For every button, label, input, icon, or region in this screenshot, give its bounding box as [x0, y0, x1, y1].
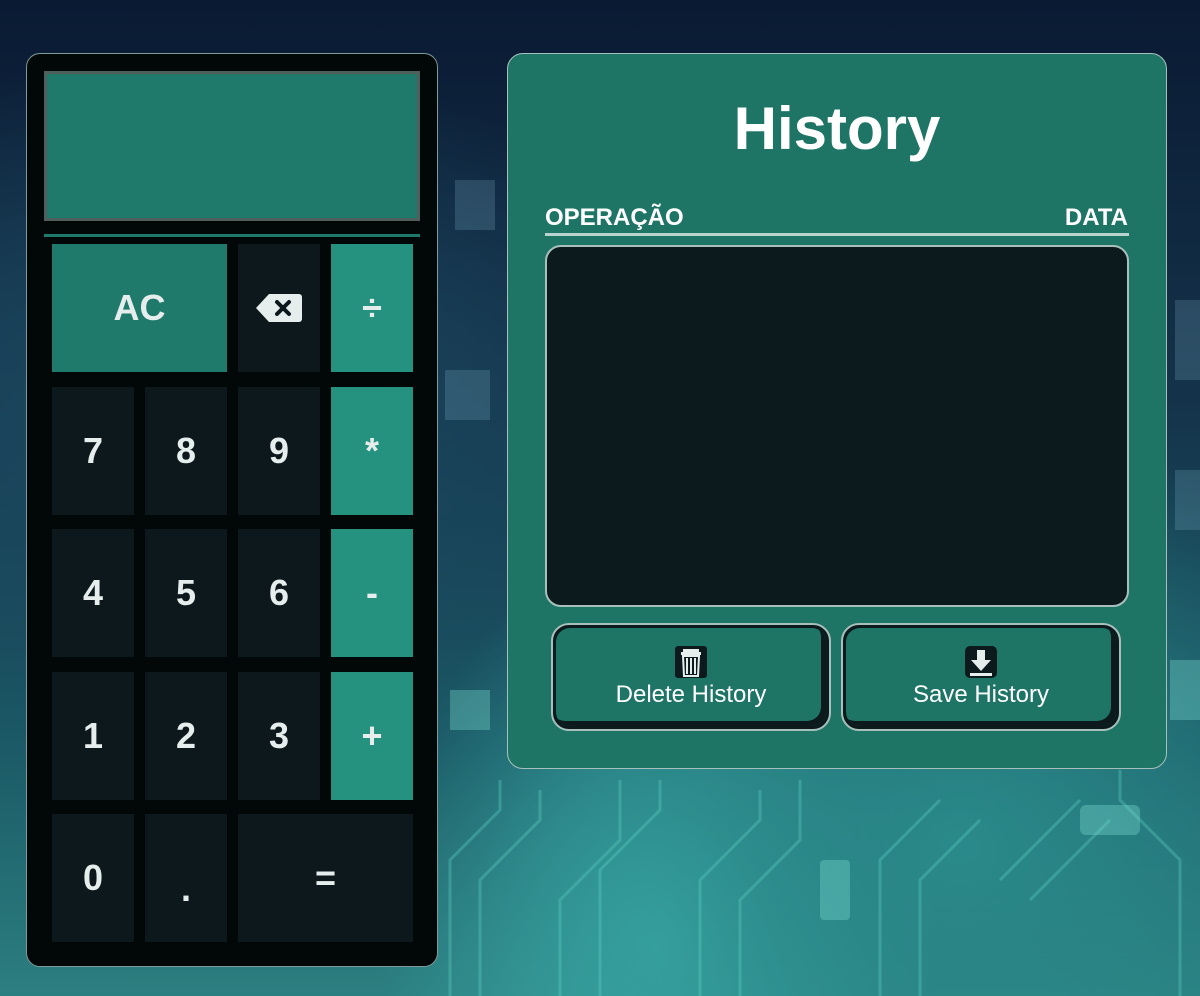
- divide-button[interactable]: ÷: [331, 244, 413, 372]
- decimal-button[interactable]: .: [145, 814, 227, 942]
- subtract-button[interactable]: -: [331, 529, 413, 657]
- clear-button[interactable]: AC: [52, 244, 227, 372]
- add-button[interactable]: +: [331, 672, 413, 800]
- date-column-header: DATA: [1064, 204, 1128, 231]
- operation-column-header: OPERAÇÃO: [545, 204, 684, 231]
- digit-5-button[interactable]: 5: [145, 529, 227, 657]
- digit-6-button[interactable]: 6: [238, 529, 320, 657]
- backspace-icon: [256, 294, 302, 322]
- header-divider: [545, 233, 1129, 236]
- digit-8-button[interactable]: 8: [145, 387, 227, 515]
- digit-1-button[interactable]: 1: [52, 672, 134, 800]
- save-history-label: Save History: [912, 681, 1050, 708]
- download-icon: [965, 646, 997, 678]
- delete-history-button[interactable]: Delete History: [551, 623, 831, 731]
- digit-9-button[interactable]: 9: [238, 387, 320, 515]
- display-divider: [44, 234, 420, 237]
- multiply-button[interactable]: *: [331, 387, 413, 515]
- backspace-button[interactable]: [238, 244, 320, 372]
- equals-button[interactable]: =: [238, 814, 413, 942]
- history-panel: History OPERAÇÃO DATA Delete History Sav…: [507, 53, 1167, 769]
- history-list[interactable]: [545, 245, 1129, 607]
- delete-history-label: Delete History: [615, 681, 767, 708]
- digit-7-button[interactable]: 7: [52, 387, 134, 515]
- digit-2-button[interactable]: 2: [145, 672, 227, 800]
- history-title: History: [733, 95, 941, 162]
- digit-4-button[interactable]: 4: [52, 529, 134, 657]
- digit-0-button[interactable]: 0: [52, 814, 134, 942]
- calculator: AC ÷ 7 8 9 * 4 5 6 - 1 2 3 + 0 . =: [26, 53, 438, 967]
- calculator-display: [44, 71, 420, 221]
- save-history-button[interactable]: Save History: [841, 623, 1121, 731]
- digit-3-button[interactable]: 3: [238, 672, 320, 800]
- trash-icon: [675, 646, 707, 678]
